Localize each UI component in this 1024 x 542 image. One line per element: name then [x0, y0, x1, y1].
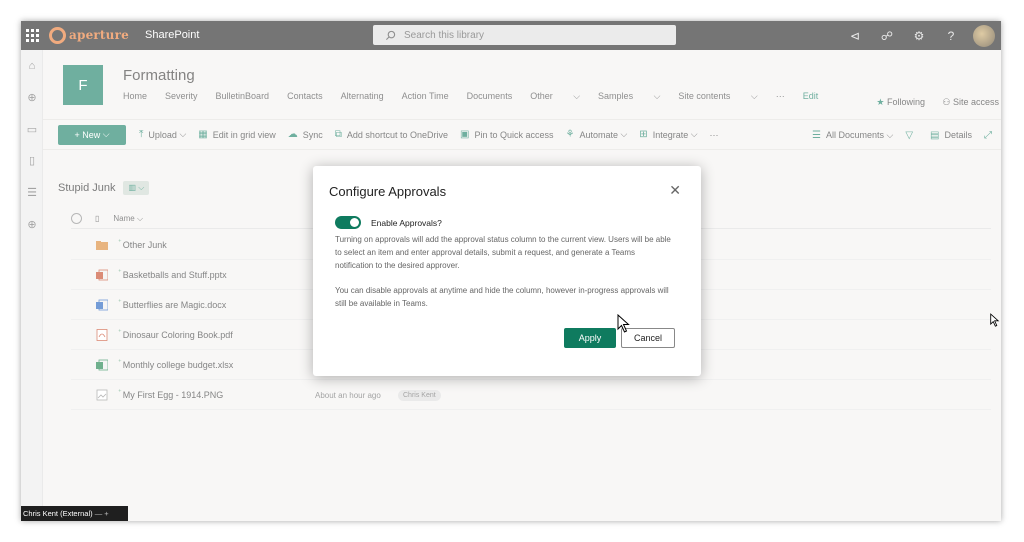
mouse-cursor-icon — [990, 313, 1000, 327]
toggle-label: Enable Approvals? — [371, 218, 442, 228]
enable-approvals-toggle[interactable] — [335, 216, 361, 229]
dialog-paragraph-1: Turning on approvals will add the approv… — [335, 235, 671, 270]
chat-controls[interactable]: — + — [95, 509, 109, 518]
configure-approvals-dialog: Configure Approvals ✕ Enable Approvals? … — [313, 166, 701, 376]
app-window: aperture SharePoint Search this library … — [21, 21, 1001, 521]
mouse-cursor-icon — [617, 314, 630, 333]
chat-label: Chris Kent (External) — [23, 509, 93, 518]
apply-button[interactable]: Apply — [564, 328, 616, 348]
dialog-title: Configure Approvals — [329, 184, 447, 199]
chat-bar[interactable]: Chris Kent (External) — + — [21, 506, 128, 521]
dialog-description: Turning on approvals will add the approv… — [335, 234, 675, 324]
close-icon[interactable]: ✕ — [669, 182, 681, 199]
dialog-paragraph-2: You can disable approvals at anytime and… — [335, 286, 669, 308]
